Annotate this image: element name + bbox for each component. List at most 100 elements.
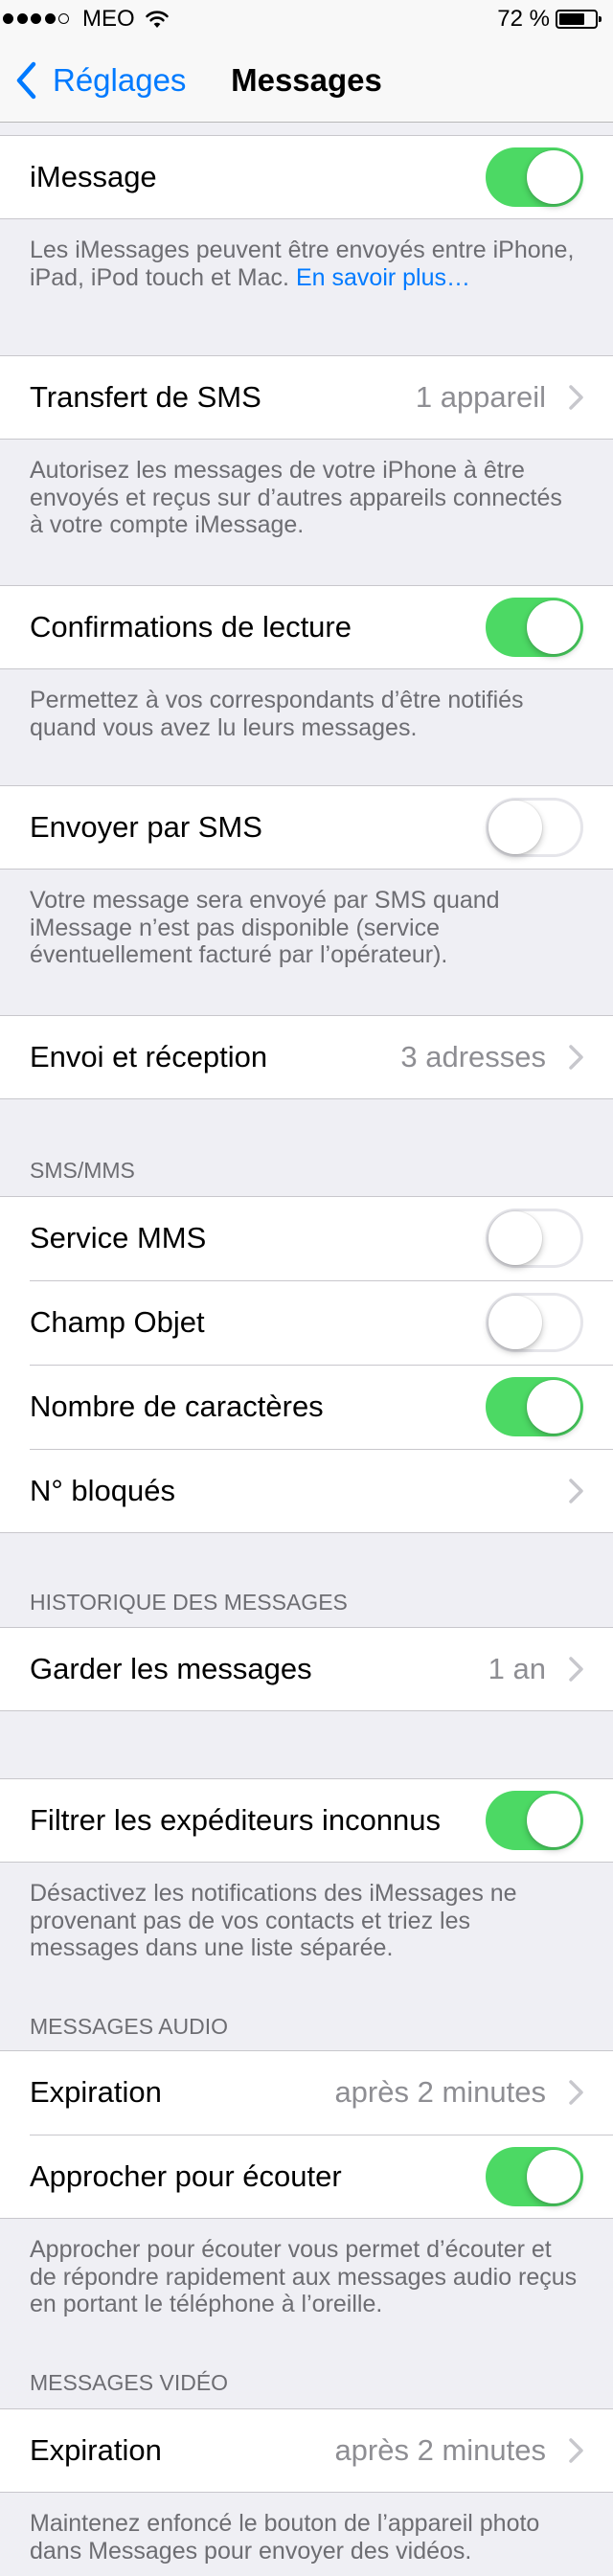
- read-receipts-group: Confirmations de lecture: [0, 585, 613, 669]
- back-button[interactable]: Réglages: [0, 38, 186, 122]
- footer-line: en portant le téléphone à l’oreille.: [30, 2291, 383, 2317]
- chevron-left-icon: [16, 61, 36, 99]
- navigation-bar: Réglages Messages: [0, 38, 613, 122]
- audio-messages-group: Expiration après 2 minutes Approcher pou…: [0, 2050, 613, 2219]
- signal-dot: [44, 13, 56, 24]
- row-sms-forwarding[interactable]: Transfert de SMS 1 appareil: [0, 355, 613, 440]
- footer-line: messages dans une liste séparée.: [30, 1934, 394, 1961]
- footer-line: iMessage n’est pas disponible (service: [30, 914, 440, 941]
- row-value: 1 an: [488, 1652, 546, 1685]
- row-raise-to-listen[interactable]: Approcher pour écouter: [0, 2135, 613, 2219]
- footer-line: Maintenez enfoncé le bouton de l’apparei…: [30, 2510, 540, 2537]
- filter-unknown-footer: Désactivez les notifications des iMessag…: [30, 1880, 517, 1962]
- section-header-history: HISTORIQUE DES MESSAGES: [30, 1590, 348, 1615]
- switch-knob: [488, 801, 542, 854]
- row-imessage[interactable]: iMessage: [0, 135, 613, 219]
- signal-dot: [3, 13, 13, 24]
- footer-text: iPad, iPod touch et Mac.: [30, 263, 289, 291]
- row-audio-expiration[interactable]: Expiration après 2 minutes: [0, 2050, 613, 2135]
- read-receipts-footer: Permettez à vos correspondants d’être no…: [30, 687, 524, 741]
- row-label: N° bloqués: [30, 1474, 175, 1507]
- battery-fill: [559, 13, 584, 25]
- switch-knob: [527, 2150, 580, 2203]
- back-button-label: Réglages: [53, 61, 187, 98]
- battery-icon: [556, 10, 602, 29]
- signal-dot: [58, 13, 69, 24]
- row-character-count[interactable]: Nombre de caractères: [0, 1365, 613, 1449]
- footer-line: Votre message sera envoyé par SMS quand: [30, 887, 500, 914]
- row-send-as-sms[interactable]: Envoyer par SMS: [0, 785, 613, 870]
- row-label: Transfert de SMS: [30, 380, 261, 414]
- video-messages-footer: Maintenez enfoncé le bouton de l’apparei…: [30, 2510, 539, 2565]
- row-subject-field[interactable]: Champ Objet: [0, 1280, 613, 1365]
- raise-to-listen-switch[interactable]: [486, 2147, 583, 2206]
- send-as-sms-footer: Votre message sera envoyé par SMS quand …: [30, 887, 500, 969]
- chevron-right-icon: [569, 1045, 583, 1070]
- row-read-receipts[interactable]: Confirmations de lecture: [0, 585, 613, 669]
- character-count-switch[interactable]: [486, 1377, 583, 1436]
- row-value: 1 appareil: [415, 380, 546, 414]
- footer-line: à votre compte iMessage.: [30, 511, 305, 538]
- sms-forwarding-footer: Autorisez les messages de votre iPhone à…: [30, 457, 562, 539]
- imessage-group: iMessage: [0, 135, 613, 219]
- row-value: après 2 minutes: [334, 2075, 546, 2109]
- row-blocked[interactable]: N° bloqués: [0, 1449, 613, 1533]
- footer-line: provenant pas de vos contacts et triez l…: [30, 1907, 470, 1934]
- row-video-expiration[interactable]: Expiration après 2 minutes: [0, 2408, 613, 2493]
- footer-line: Autorisez les messages de votre iPhone à…: [30, 457, 525, 484]
- imessage-switch[interactable]: [486, 147, 583, 207]
- status-bar: MEO 72 %: [0, 0, 613, 38]
- row-label: Expiration: [30, 2075, 162, 2109]
- chevron-right-icon: [569, 385, 583, 410]
- signal-dot: [31, 13, 41, 24]
- sms-mms-group: Service MMS Champ Objet Nombre de caract…: [0, 1196, 613, 1533]
- chevron-right-icon: [569, 1479, 583, 1503]
- video-messages-group: Expiration après 2 minutes: [0, 2408, 613, 2493]
- chevron-right-icon: [569, 2438, 583, 2463]
- footer-line: de répondre rapidement aux messages audi…: [30, 2263, 578, 2291]
- subject-field-switch[interactable]: [486, 1293, 583, 1352]
- row-send-receive[interactable]: Envoi et réception 3 adresses: [0, 1015, 613, 1099]
- send-receive-group: Envoi et réception 3 adresses: [0, 1015, 613, 1099]
- footer-line: quand vous avez lu leurs messages.: [30, 713, 418, 741]
- chevron-right-icon: [569, 1657, 583, 1682]
- carrier-name: MEO: [82, 6, 135, 32]
- switch-knob: [488, 1296, 542, 1349]
- footer-line: envoyés et reçus sur d’autres appareils …: [30, 484, 562, 511]
- footer-line: éventuellement facturé par l’opérateur).: [30, 941, 448, 968]
- row-mms-service[interactable]: Service MMS: [0, 1196, 613, 1280]
- row-label: Expiration: [30, 2433, 162, 2467]
- switch-knob: [527, 1794, 580, 1847]
- footer-line: iPad, iPod touch et Mac. En savoir plus…: [30, 264, 574, 292]
- signal-dot: [16, 13, 28, 24]
- row-value: 3 adresses: [400, 1040, 546, 1073]
- footer-line: Les iMessages peuvent être envoyés entre…: [30, 237, 575, 263]
- row-keep-messages[interactable]: Garder les messages 1 an: [0, 1627, 613, 1711]
- footer-line: dans Messages pour envoyer des vidéos.: [30, 2537, 472, 2565]
- footer-line: Désactivez les notifications des iMessag…: [30, 1880, 517, 1907]
- section-header-audio-messages: MESSAGES AUDIO: [30, 2014, 229, 2039]
- sms-forwarding-group: Transfert de SMS 1 appareil: [0, 355, 613, 440]
- section-header-video-messages: MESSAGES VIDÉO: [30, 2370, 229, 2395]
- chevron-right-icon: [569, 2080, 583, 2105]
- switch-knob: [527, 150, 580, 204]
- filter-unknown-group: Filtrer les expéditeurs inconnus: [0, 1778, 613, 1863]
- mms-service-switch[interactable]: [486, 1209, 583, 1268]
- row-value: après 2 minutes: [334, 2433, 546, 2467]
- switch-knob: [527, 600, 580, 654]
- section-header-sms-mms: SMS/MMS: [30, 1158, 135, 1183]
- history-group: Garder les messages 1 an: [0, 1627, 613, 1711]
- switch-knob: [488, 1211, 542, 1265]
- read-receipts-switch[interactable]: [486, 598, 583, 657]
- filter-unknown-switch[interactable]: [486, 1791, 583, 1850]
- send-as-sms-switch[interactable]: [486, 798, 583, 857]
- wifi-icon: [146, 11, 169, 28]
- row-filter-unknown[interactable]: Filtrer les expéditeurs inconnus: [0, 1778, 613, 1863]
- learn-more-link[interactable]: En savoir plus…: [296, 264, 470, 291]
- audio-messages-footer: Approcher pour écouter vous permet d’éco…: [30, 2236, 577, 2318]
- footer-line: Approcher pour écouter vous permet d’éco…: [30, 2236, 552, 2263]
- signal-strength-icon: [3, 13, 73, 24]
- top-bar: MEO 72 % Réglages Messages: [0, 0, 613, 123]
- row-label: Envoi et réception: [30, 1040, 268, 1073]
- imessage-footer: Les iMessages peuvent être envoyés entre…: [30, 237, 574, 291]
